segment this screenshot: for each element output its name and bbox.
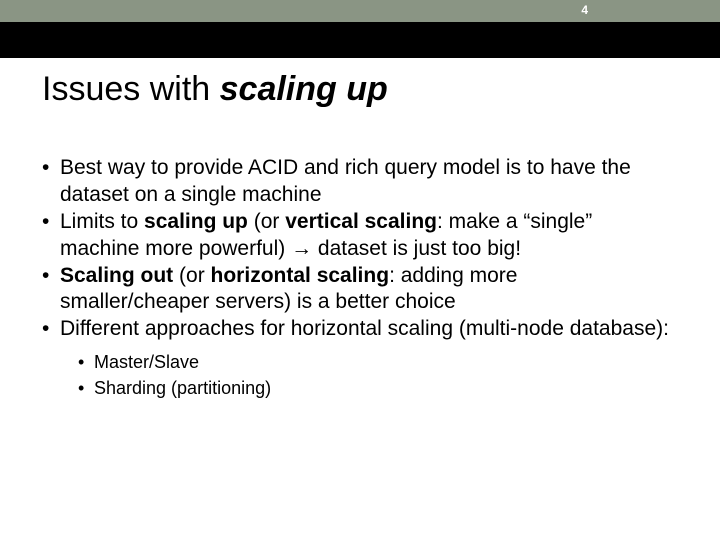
bullet-text: (or xyxy=(173,264,210,287)
sub-bullet-item: Sharding (partitioning) xyxy=(78,375,672,401)
black-bar xyxy=(0,22,720,58)
title-plain: Issues with xyxy=(42,70,220,108)
slide-title: Issues with scaling up xyxy=(42,70,388,109)
bullet-text: vertical scaling xyxy=(285,210,437,233)
top-bar: 4 xyxy=(0,0,720,22)
sub-bullet-item: Master/Slave xyxy=(78,349,672,375)
bullet-text: (or xyxy=(248,210,285,233)
slide: 4 Issues with scaling up Best way to pro… xyxy=(0,0,720,540)
bullet-text: scaling up xyxy=(144,210,248,233)
bullet-text: horizontal scaling xyxy=(211,264,390,287)
title-emph: scaling up xyxy=(220,70,388,108)
content-area: Best way to provide ACID and rich query … xyxy=(42,155,672,401)
bullet-text: Best way to provide ACID and rich query … xyxy=(60,156,631,206)
bullet-text: Different approaches for horizontal scal… xyxy=(60,317,669,340)
bullet-text: Limits to xyxy=(60,210,144,233)
bullet-text: dataset is just too big! xyxy=(312,237,521,260)
bullet-item: Scaling out (or horizontal scaling: addi… xyxy=(42,263,672,317)
bullet-item: Best way to provide ACID and rich query … xyxy=(42,155,672,209)
bullet-item: Limits to scaling up (or vertical scalin… xyxy=(42,209,672,263)
bullet-text: Scaling out xyxy=(60,264,173,287)
bullet-item: Different approaches for horizontal scal… xyxy=(42,316,672,401)
arrow-icon: → xyxy=(291,237,312,260)
sub-bullet-list: Master/SlaveSharding (partitioning) xyxy=(78,349,672,401)
page-number: 4 xyxy=(581,3,588,17)
bullet-list: Best way to provide ACID and rich query … xyxy=(42,155,672,401)
